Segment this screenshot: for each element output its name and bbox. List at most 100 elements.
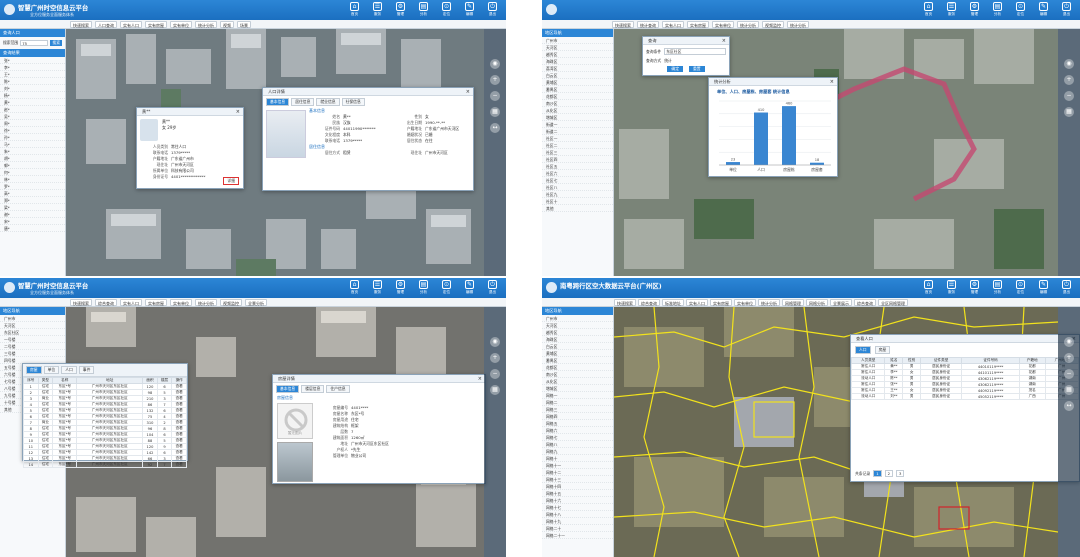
- table-row[interactable]: 14 住宅 东区*号 广州市天河区东区社区 92 7 查看: [23, 461, 187, 468]
- tree-node[interactable]: 网格一: [542, 392, 613, 399]
- nav-button[interactable]: ▤ 分析: [414, 279, 433, 297]
- result-item[interactable]: 高*: [0, 190, 65, 197]
- tree-node[interactable]: 南沙区: [542, 100, 613, 107]
- toolbar-button[interactable]: 实有房屋: [145, 298, 167, 306]
- result-item[interactable]: 徐*: [0, 127, 65, 134]
- tree-node[interactable]: 天河区: [542, 322, 613, 329]
- result-item[interactable]: 朱*: [0, 148, 65, 155]
- nav-button[interactable]: ✎ 编辑: [460, 279, 479, 297]
- result-item[interactable]: 陈*: [0, 78, 65, 85]
- zoom-out-icon[interactable]: −: [490, 91, 500, 101]
- close-icon[interactable]: ×: [478, 375, 482, 383]
- bar[interactable]: [782, 106, 796, 165]
- tree-node[interactable]: 社区四: [542, 156, 613, 163]
- toolbar-button[interactable]: 场景: [237, 20, 251, 28]
- tree-node[interactable]: 网格二十: [542, 525, 613, 532]
- tree-node[interactable]: 广州市: [542, 37, 613, 44]
- result-item[interactable]: 王*: [0, 71, 65, 78]
- tree-node[interactable]: 黄埔区: [542, 350, 613, 357]
- toolbar-button[interactable]: 快速搜索: [70, 20, 92, 28]
- tree-node[interactable]: 广州市: [542, 315, 613, 322]
- tree-node[interactable]: 街道一: [542, 121, 613, 128]
- result-item[interactable]: 李*: [0, 64, 65, 71]
- nav-button[interactable]: ⏻ 退出: [1057, 1, 1076, 19]
- nav-button[interactable]: ⊙ 定位: [1011, 279, 1030, 297]
- toolbar-button[interactable]: 综合查询: [95, 298, 117, 306]
- result-item[interactable]: 郭*: [0, 162, 65, 169]
- toolbar-button[interactable]: 网格分析: [806, 298, 828, 306]
- nav-button[interactable]: ⌂ 首页: [345, 1, 364, 19]
- toolbar-button[interactable]: 统计分析: [787, 20, 809, 28]
- nav-button[interactable]: ⌂ 首页: [345, 279, 364, 297]
- result-item[interactable]: 刘*: [0, 85, 65, 92]
- tree-node[interactable]: 黄埔区: [542, 79, 613, 86]
- tree-node[interactable]: 网格二十一: [542, 532, 613, 539]
- tab[interactable]: 人口: [61, 366, 77, 374]
- zoom-in-icon[interactable]: +: [1064, 75, 1074, 85]
- tree-node[interactable]: 从化区: [542, 107, 613, 114]
- result-item[interactable]: 林*: [0, 176, 65, 183]
- close-icon[interactable]: ×: [466, 88, 470, 96]
- nav-button[interactable]: ⌂ 首页: [919, 279, 938, 297]
- tree-node[interactable]: 天河区: [542, 44, 613, 51]
- toolbar-button[interactable]: 快速搜索: [614, 298, 636, 306]
- result-item[interactable]: 马*: [0, 141, 65, 148]
- nav-button[interactable]: ⏻ 退出: [483, 1, 502, 19]
- toolbar-button[interactable]: 视频监控: [762, 20, 784, 28]
- tree-node[interactable]: 社区三: [542, 149, 613, 156]
- toolbar-button[interactable]: 实有房屋: [687, 20, 709, 28]
- tree-node[interactable]: 社区二: [542, 142, 613, 149]
- toolbar-button[interactable]: 实有单位: [734, 298, 756, 306]
- toolbar-button[interactable]: 统计分析: [195, 298, 217, 306]
- nav-button[interactable]: ☰ 服务: [942, 1, 961, 19]
- toolbar-button[interactable]: 视频: [220, 20, 234, 28]
- tree-node[interactable]: 街道二: [542, 128, 613, 135]
- nav-button[interactable]: ▤ 分析: [988, 1, 1007, 19]
- close-icon[interactable]: ×: [236, 108, 240, 116]
- toolbar-button[interactable]: 实有房屋: [710, 298, 732, 306]
- nav-button[interactable]: ▤ 分析: [988, 279, 1007, 297]
- bar[interactable]: [754, 112, 768, 165]
- zoom-in-icon[interactable]: +: [1064, 353, 1074, 363]
- measure-icon[interactable]: ↔: [1064, 401, 1074, 411]
- zoom-out-icon[interactable]: −: [1064, 369, 1074, 379]
- result-item[interactable]: 宋*: [0, 218, 65, 225]
- page-button[interactable]: 2: [884, 470, 894, 477]
- tab[interactable]: 居住信息: [291, 98, 315, 106]
- layers-icon[interactable]: ▦: [1064, 385, 1074, 395]
- map-view[interactable]: 房屋 单位 人口 事件 序号 类型 名称 地址 面积 楼层 操作 1 住宅 东区*号 广州市天河区东区社…: [22, 307, 486, 557]
- layers-icon[interactable]: ▦: [1064, 107, 1074, 117]
- tree-node[interactable]: 增城区: [542, 114, 613, 121]
- tree-node[interactable]: 东区社区: [0, 329, 65, 336]
- result-item[interactable]: 张*: [0, 57, 65, 64]
- tree-node[interactable]: 海珠区: [542, 336, 613, 343]
- result-item[interactable]: 胡*: [0, 155, 65, 162]
- toolbar-button[interactable]: 统计查询: [637, 20, 659, 28]
- nav-button[interactable]: ☰ 服务: [368, 1, 387, 19]
- toolbar-button[interactable]: 实有人口: [120, 298, 142, 306]
- result-item[interactable]: 吴*: [0, 113, 65, 120]
- nav-button[interactable]: ⚙ 管理: [965, 279, 984, 297]
- tab[interactable]: 楼层信息: [301, 385, 325, 393]
- result-item[interactable]: 周*: [0, 120, 65, 127]
- result-item[interactable]: 梁*: [0, 204, 65, 211]
- nav-button[interactable]: ⚙ 管理: [965, 1, 984, 19]
- tree-node[interactable]: 网格十九: [542, 518, 613, 525]
- tree-node[interactable]: 南沙区: [542, 371, 613, 378]
- query-reset-button[interactable]: 重置: [689, 66, 705, 72]
- toolbar-button[interactable]: 实有人口: [120, 20, 142, 28]
- toolbar-button[interactable]: 综合查询: [854, 298, 876, 306]
- toolbar-button[interactable]: 统计分析: [758, 298, 780, 306]
- close-icon[interactable]: ×: [722, 37, 726, 45]
- toolbar-button[interactable]: 网格管理: [782, 298, 804, 306]
- tree-node[interactable]: 番禺区: [542, 86, 613, 93]
- result-item[interactable]: 唐*: [0, 225, 65, 232]
- zoom-out-icon[interactable]: −: [1064, 91, 1074, 101]
- map-view[interactable]: 查询 × 查询条件 东区社区 查询方式 统计 确定 重置 统计分析 × 单位、人口、…: [614, 29, 1058, 276]
- query-mode[interactable]: 统计: [664, 58, 672, 64]
- measure-icon[interactable]: ↔: [490, 123, 500, 133]
- tree-node[interactable]: 网格七: [542, 434, 613, 441]
- tree-node[interactable]: 社区九: [542, 191, 613, 198]
- layers-icon[interactable]: ▦: [490, 107, 500, 117]
- toolbar-button[interactable]: 综合查询: [638, 298, 660, 306]
